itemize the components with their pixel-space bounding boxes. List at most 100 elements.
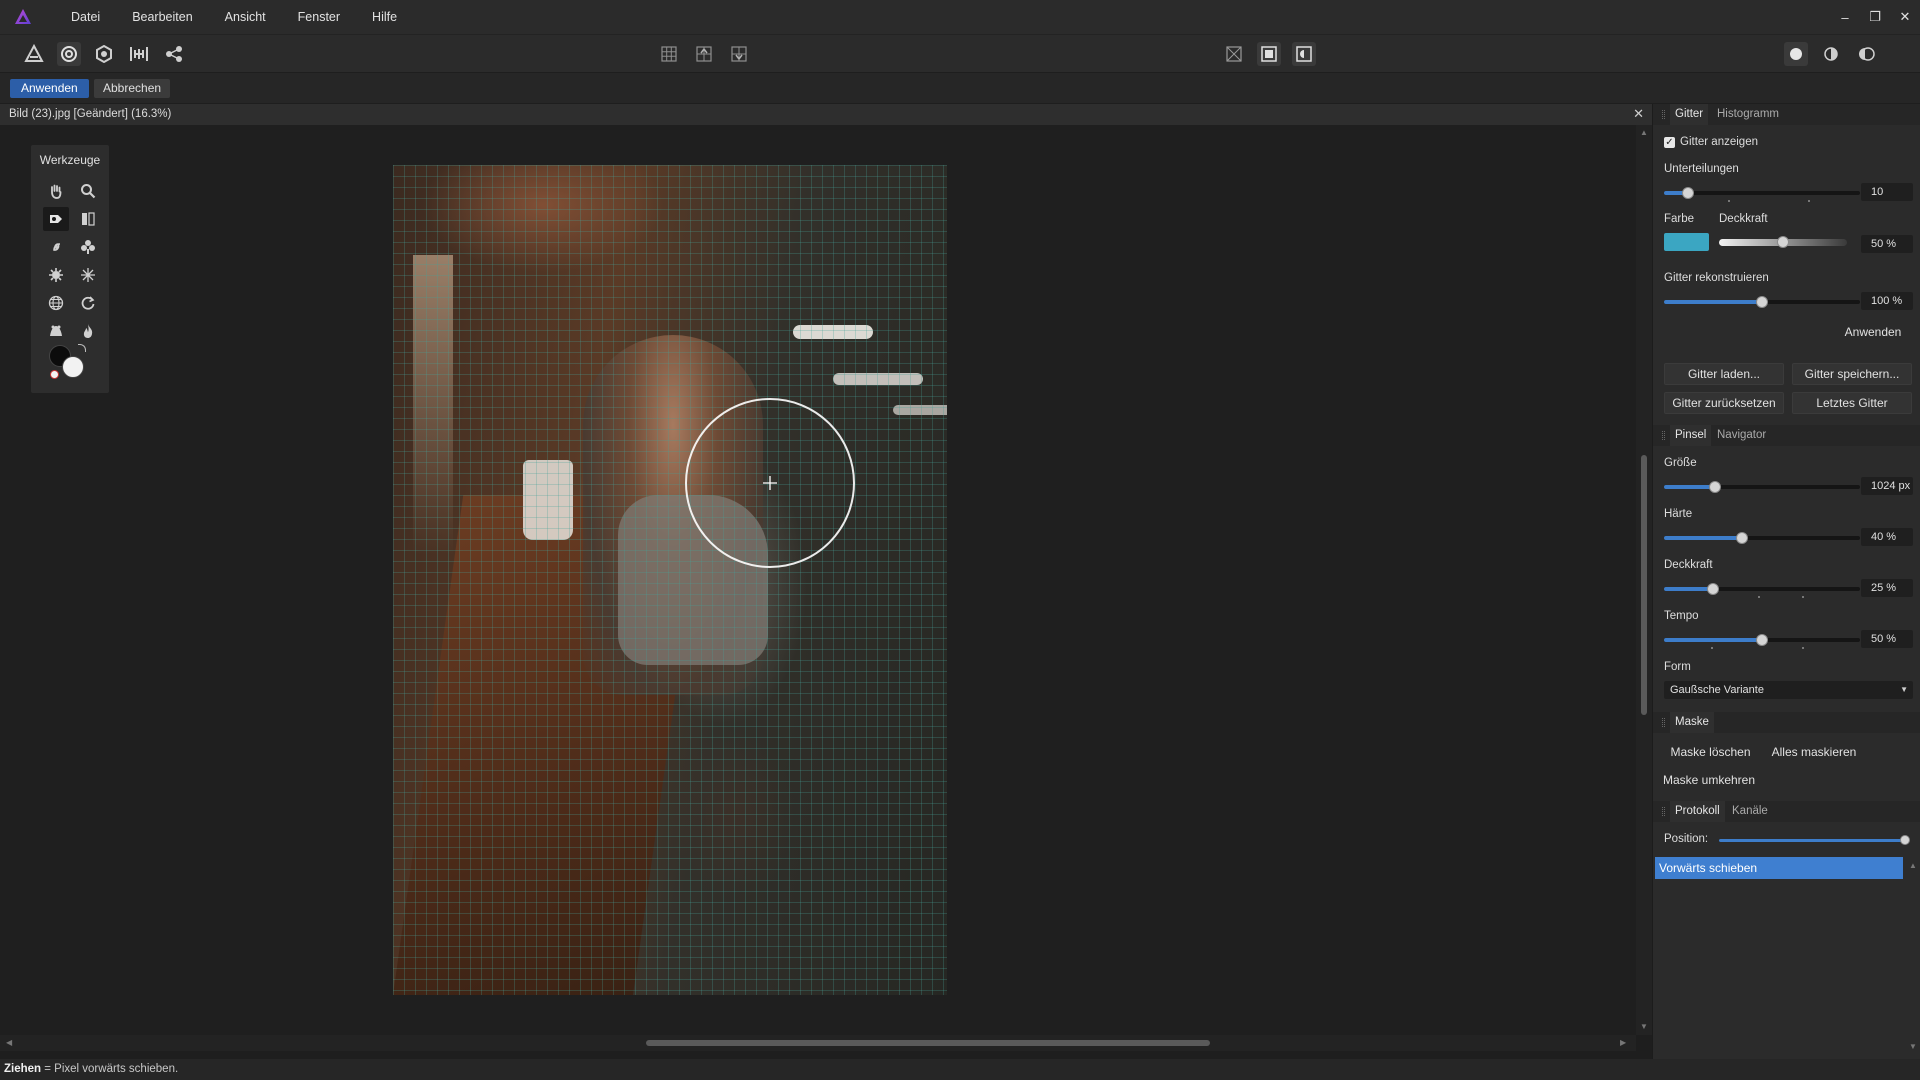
affinity-photo-logo-icon[interactable] (13, 7, 33, 27)
photo-persona-icon[interactable] (22, 42, 46, 66)
brush-speed-slider[interactable] (1664, 634, 1860, 646)
export-persona-icon[interactable] (162, 42, 186, 66)
forward-warp-icon[interactable] (43, 207, 69, 231)
scroll-up-icon[interactable]: ▲ (1640, 128, 1648, 137)
globe-icon[interactable] (43, 291, 69, 315)
brush-size-value-field[interactable]: 1024 px (1861, 477, 1913, 495)
scroll-down-icon[interactable]: ▼ (1640, 1022, 1648, 1031)
liquify-persona-icon[interactable] (57, 42, 81, 66)
history-position-slider-knob[interactable] (1900, 835, 1910, 845)
tab-histogramm[interactable]: Histogramm (1712, 104, 1784, 125)
tab-kanaele[interactable]: Kanäle (1727, 801, 1773, 822)
restore-button[interactable]: ❐ (1860, 9, 1890, 25)
menu-datei[interactable]: Datei (55, 0, 116, 34)
apply-button[interactable]: Anwenden (10, 79, 89, 98)
reset-grid-button[interactable]: Gitter zurücksetzen (1664, 392, 1784, 414)
last-grid-button[interactable]: Letztes Gitter (1792, 392, 1912, 414)
punch-icon[interactable] (43, 263, 69, 287)
brush-hardness-slider-knob[interactable] (1736, 532, 1749, 544)
view-mode-half-icon[interactable] (1819, 42, 1843, 66)
twirl-icon[interactable] (43, 235, 69, 259)
brush-shape-select[interactable]: Gaußsche Variante ▼ (1664, 681, 1913, 699)
view-mode-full-icon[interactable] (1784, 42, 1808, 66)
reconstruct-slider[interactable] (1664, 296, 1860, 308)
tone-mapping-persona-icon[interactable] (127, 42, 151, 66)
scroll-right-icon[interactable]: ▶ (1620, 1038, 1626, 1047)
history-position-slider[interactable] (1719, 835, 1910, 845)
grid-up-icon[interactable] (692, 42, 716, 66)
grid-down-icon[interactable] (727, 42, 751, 66)
document-tab[interactable]: Bild (23).jpg [Geändert] (16.3%) ✕ (0, 104, 1652, 125)
show-mask-icon[interactable] (1257, 42, 1281, 66)
grid-opacity-value-field[interactable]: 50 % (1861, 235, 1913, 253)
fire-icon[interactable] (75, 319, 101, 343)
reconstruct-icon[interactable] (75, 291, 101, 315)
panel-grip-icon[interactable] (1662, 718, 1665, 727)
save-grid-button[interactable]: Gitter speichern... (1792, 363, 1912, 385)
brush-size-slider[interactable] (1664, 481, 1860, 493)
panel-grip-icon[interactable] (1662, 431, 1665, 440)
brush-opacity-slider[interactable] (1664, 583, 1860, 595)
cancel-button[interactable]: Abbrechen (94, 79, 171, 98)
canvas-image[interactable] (393, 165, 947, 995)
canvas-area[interactable]: Werkzeuge (0, 125, 1636, 1035)
brush-speed-slider-knob[interactable] (1756, 634, 1768, 646)
menu-fenster[interactable]: Fenster (282, 0, 356, 34)
subdivisions-slider[interactable] (1664, 187, 1860, 199)
develop-persona-icon[interactable] (92, 42, 116, 66)
reconstruct-slider-knob[interactable] (1756, 296, 1768, 308)
grid-opacity-slider-knob[interactable] (1777, 236, 1789, 248)
tab-maske[interactable]: Maske (1670, 712, 1714, 733)
minimize-button[interactable]: ‒ (1830, 10, 1860, 25)
load-grid-button[interactable]: Gitter laden... (1664, 363, 1784, 385)
reconstruct-apply-button[interactable]: Anwenden (1834, 321, 1912, 343)
brush-speed-value-field[interactable]: 50 % (1861, 630, 1913, 648)
turbulence-icon[interactable] (75, 263, 101, 287)
vertical-scrollbar[interactable]: ▲ ▼ (1636, 125, 1652, 1035)
menu-ansicht[interactable]: Ansicht (209, 0, 282, 34)
vertical-scroll-thumb[interactable] (1641, 455, 1647, 715)
horizontal-scroll-thumb[interactable] (646, 1040, 1210, 1046)
background-color-swatch[interactable] (62, 356, 84, 378)
tab-pinsel[interactable]: Pinsel (1670, 425, 1712, 446)
mask-all-button[interactable]: Alles maskieren (1766, 741, 1862, 763)
grid-icon[interactable] (657, 42, 681, 66)
close-button[interactable]: ✕ (1890, 9, 1920, 25)
tab-protokoll[interactable]: Protokoll (1670, 801, 1725, 822)
close-document-icon[interactable]: ✕ (1633, 106, 1644, 122)
view-mode-split-icon[interactable] (1854, 42, 1878, 66)
tab-navigator[interactable]: Navigator (1712, 425, 1771, 446)
clear-mask-button[interactable]: Maske löschen (1664, 741, 1757, 763)
pinch-icon[interactable] (75, 235, 101, 259)
history-scroll-down-icon[interactable]: ▼ (1909, 1042, 1917, 1051)
brush-opacity-value-field[interactable]: 25 % (1861, 579, 1913, 597)
menu-hilfe[interactable]: Hilfe (356, 0, 413, 34)
panel-grip-icon[interactable] (1662, 807, 1665, 816)
grid-opacity-slider[interactable] (1719, 236, 1847, 248)
swap-colors-icon[interactable] (78, 344, 86, 352)
hand-icon[interactable] (43, 179, 69, 203)
menu-bearbeiten[interactable]: Bearbeiten (116, 0, 208, 34)
brush-opacity-slider-knob[interactable] (1707, 583, 1719, 595)
show-grid-checkbox[interactable]: ✓ (1664, 137, 1675, 148)
grid-color-swatch[interactable] (1664, 233, 1709, 251)
reconstruct-value-field[interactable]: 100 % (1861, 292, 1913, 310)
zoom-icon[interactable] (75, 179, 101, 203)
brush-hardness-slider[interactable] (1664, 532, 1860, 544)
history-scroll-up-icon[interactable]: ▲ (1909, 861, 1917, 870)
freeze-icon[interactable] (75, 207, 101, 231)
brush-size-slider-knob[interactable] (1708, 481, 1721, 493)
scroll-left-icon[interactable]: ◀ (6, 1038, 12, 1047)
history-item[interactable]: Vorwärts schieben (1655, 857, 1903, 879)
hide-mesh-icon[interactable] (1222, 42, 1246, 66)
subdivisions-slider-knob[interactable] (1681, 187, 1694, 199)
panel-grip-icon[interactable] (1662, 110, 1665, 119)
hood-icon[interactable] (43, 319, 69, 343)
brush-hardness-value-field[interactable]: 40 % (1861, 528, 1913, 546)
tab-gitter[interactable]: Gitter (1670, 104, 1709, 125)
subdivisions-value-field[interactable]: 10 (1861, 183, 1913, 201)
reset-colors-icon[interactable] (50, 370, 59, 379)
horizontal-scrollbar[interactable]: ◀ ▶ (0, 1035, 1636, 1051)
invert-mask-button[interactable]: Maske umkehren (1657, 769, 1761, 791)
split-view-icon[interactable] (1292, 42, 1316, 66)
